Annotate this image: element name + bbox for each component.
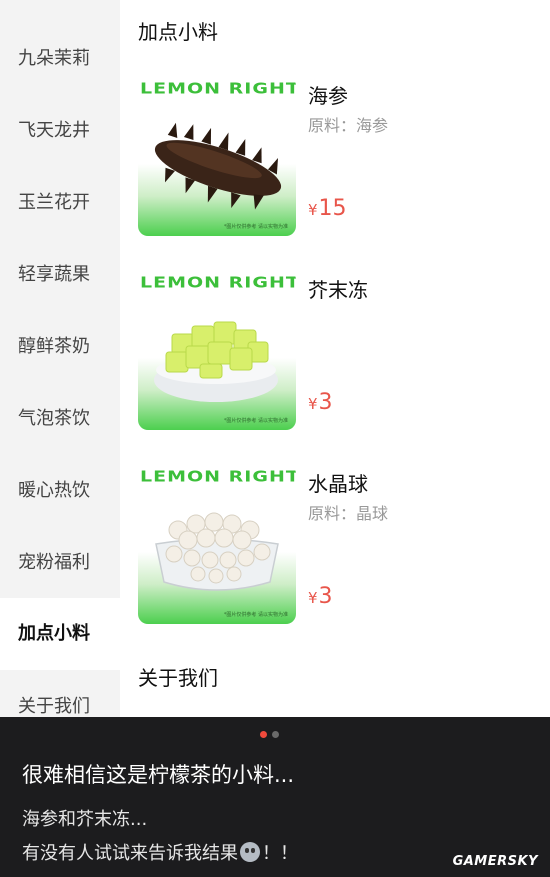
post-text-line-2: 有没有人试试来告诉我结果 ！！ [22,839,298,865]
product-price: ¥3 [308,584,333,609]
section-title: 加点小料 [138,20,218,44]
sidebar-item-feitian-longjing[interactable]: 飞天龙井 [0,96,120,166]
price-value: 3 [318,390,333,415]
product-material: 原料：海参 [308,116,389,135]
sidebar-item-yulan-huakai[interactable]: 玉兰花开 [0,168,120,238]
post-text-line-2-main: 有没有人试试来告诉我结果 [22,843,238,864]
sea-cucumber-image [154,122,282,210]
post-title: 很难相信这是柠檬茶的小料... [22,763,295,787]
post-text-line-1: 海参和芥末冻... [22,809,148,830]
product-image[interactable]: LEMON RIGHT *图片仅供参考 请以实物为准 [138,270,296,430]
product-material: 原料：晶球 [308,504,389,523]
product-name: 水晶球 [308,472,368,496]
wasabi-jelly-image [154,321,278,402]
sidebar-item-label: 九朵茉莉 [18,48,90,69]
sidebar-item-guanyu-women[interactable]: 关于我们 [0,672,120,717]
image-disclaimer: *图片仅供参考 请以实物为准 [223,612,288,618]
image-pager [260,731,279,738]
grimace-emoji-icon [240,842,260,862]
product-name: 芥末冻 [308,278,368,302]
sidebar-item-label: 玉兰花开 [18,192,90,213]
section-title-about-us: 关于我们 [138,666,218,690]
product-card-crystal-balls[interactable]: LEMON RIGHT *图片仅供参考 请以实物为准 水晶球 原料：晶球 ¥3 [138,464,550,624]
currency-symbol: ¥ [308,589,318,607]
pager-dot-active[interactable] [260,731,267,738]
price-value: 15 [318,196,347,221]
product-image[interactable]: LEMON RIGHT *图片仅供参考 请以实物为准 [138,76,296,236]
sidebar-item-label: 飞天龙井 [18,120,90,141]
sidebar-item-qingxiang-shuguo[interactable]: 轻享蔬果 [0,240,120,310]
sidebar-active-cap-top [0,584,120,598]
pager-dot[interactable] [272,731,279,738]
sidebar-item-label: 加点小料 [18,623,90,644]
crystal-balls-image [155,512,279,591]
currency-symbol: ¥ [308,395,318,413]
currency-symbol: ¥ [308,201,318,219]
product-price: ¥3 [308,390,333,415]
price-value: 3 [318,584,333,609]
post-caption: 很难相信这是柠檬茶的小料... 海参和芥末冻... 有没有人试试来告诉我结果 ！！… [0,717,550,877]
sidebar-item-jiadian-xiaoliao[interactable]: 加点小料 [0,598,120,670]
sidebar-item-label: 醇鲜茶奶 [18,336,90,357]
watermark-logo: GAMERSKY [452,854,538,869]
image-disclaimer: *图片仅供参考 请以实物为准 [223,418,288,424]
post-text-line-2-suffix: ！！ [262,843,298,864]
product-name: 海参 [308,84,348,108]
product-list: 加点小料 LEMON RIGHT *图片仅供参考 请以实物为准 海参 原料：海参… [120,0,550,717]
sidebar-item-label: 宠粉福利 [18,552,90,573]
sidebar-item-jiuduo-moli[interactable]: 九朵茉莉 [0,24,120,94]
product-image[interactable]: LEMON RIGHT *图片仅供参考 请以实物为准 [138,464,296,624]
sidebar-item-label: 气泡茶饮 [18,408,90,429]
sidebar-item-label: 暖心热饮 [18,480,90,501]
product-price: ¥15 [308,196,347,221]
image-disclaimer: *图片仅供参考 请以实物为准 [223,224,288,230]
sidebar-item-label: 轻享蔬果 [18,264,90,285]
product-card-sea-cucumber[interactable]: LEMON RIGHT *图片仅供参考 请以实物为准 海参 原料：海参 ¥15 [138,76,550,236]
sidebar-item-nuanxin-reyin[interactable]: 暖心热饮 [0,456,120,526]
sidebar-item-qipao-chayin[interactable]: 气泡茶饮 [0,384,120,454]
category-sidebar: 九朵茉莉 飞天龙井 玉兰花开 轻享蔬果 醇鲜茶奶 气泡茶饮 暖心热饮 宠粉福利 … [0,0,120,717]
sidebar-item-label: 关于我们 [18,696,90,717]
product-card-wasabi-jelly[interactable]: LEMON RIGHT *图片仅供参考 请以实物为准 芥末冻 ¥3 [138,270,550,430]
sidebar-item-chunxian-chanai[interactable]: 醇鲜茶奶 [0,312,120,382]
